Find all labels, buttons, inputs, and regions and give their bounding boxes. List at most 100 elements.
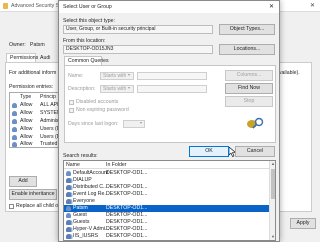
group-icon [66,185,71,190]
bg-window-title: Advanced Security S [11,3,60,9]
group-icon [66,178,71,183]
result-name: Everyone [73,198,95,204]
permission-row[interactable]: Allow Users (D [11,126,60,133]
result-name: Event Log Re... [73,191,109,197]
result-folder: DESKTOP-OD1... [106,170,148,176]
col-type[interactable]: Type [20,94,31,100]
result-name: Patsm [73,205,88,211]
col-name-header[interactable]: Name [66,162,80,168]
result-folder: DESKTOP-OD1... [106,191,148,197]
select-user-dialog: Select User or Group ✕ Select this objec… [58,0,280,242]
locations-button[interactable]: Locations... [219,44,275,55]
result-row[interactable]: Everyone [64,198,269,205]
user-icon [66,206,71,211]
result-row[interactable]: Hyper-V Admi... DESKTOP-OD1... [64,226,269,233]
perm-type: Allow [20,110,33,116]
description-input[interactable] [137,85,207,93]
user-icon [12,127,17,132]
dialog-title: Select User or Group [63,4,112,10]
common-queries-tab[interactable]: Common Queries [64,56,109,65]
result-name: Hyper-V Admi... [73,226,110,232]
user-icon [12,135,17,140]
results-scrollbar[interactable]: ▲ ▼ [269,161,275,240]
ok-button[interactable]: OK [189,146,229,157]
result-row[interactable]: DIALUP [64,177,269,184]
group-icon [66,220,71,225]
tab-auditing[interactable]: Audi [37,54,55,62]
user-icon [66,171,71,176]
search-results-list[interactable]: Name In Folder DefaultAccount DESKTOP-OD1… [63,160,276,241]
result-row[interactable]: Distributed C... DESKTOP-OD1... [64,184,269,191]
perm-principal: Adminis [40,118,59,124]
result-row[interactable]: Guest DESKTOP-OD1... [64,212,269,219]
scroll-up-icon[interactable]: ▲ [271,161,275,166]
col-principal[interactable]: Princip [40,94,56,100]
permission-row[interactable]: Allow Adminis [11,118,58,125]
result-row[interactable]: Patsm DESKTOP-OD1... [64,205,269,212]
permission-list[interactable]: Type Princip Allow ALL APP Allow SYSTEM … [9,92,61,148]
result-name: DefaultAccount [73,170,109,176]
result-row[interactable]: DefaultAccount DESKTOP-OD1... [64,170,269,177]
group-icon [66,199,71,204]
non-expiring-label: Non expiring password [76,107,129,113]
close-icon[interactable]: ✕ [269,3,274,10]
days-since-label: Days since last logon: [68,121,119,127]
group-icon [66,227,71,232]
results-header: Name In Folder [64,161,269,169]
tab-permissions[interactable]: Permissions [6,53,39,62]
dialog-title-bar: Select User or Group ✕ [59,1,279,13]
location-label: From this location: [63,38,106,44]
result-row[interactable]: Guests DESKTOP-OD1... [64,219,269,226]
result-folder: DESKTOP-OD1... [106,205,148,211]
cancel-button[interactable]: Cancel [235,146,275,157]
user-icon [12,119,17,124]
result-name: Guest [73,212,87,218]
add-button[interactable]: Add [9,176,37,187]
group-icon [66,234,71,239]
result-name: Distributed C... [73,184,108,190]
non-expiring-checkbox[interactable] [69,108,74,113]
chevron-down-icon: ▾ [140,120,143,125]
result-name: Guests [73,219,90,225]
replace-checkbox[interactable] [9,204,14,209]
permission-row[interactable]: Allow ALL APP [11,102,61,109]
result-name: IIS_IUSRS [73,233,99,239]
columns-button[interactable]: Columns... [225,70,273,81]
result-folder: DESKTOP-OD1... [106,184,148,190]
permission-row[interactable]: Allow Users (D [11,134,60,141]
permission-row[interactable]: Allow Trusted [11,141,58,148]
object-type-field: User, Group, or Built-in security princi… [63,25,213,34]
user-icon [66,213,71,218]
find-now-button[interactable]: Find Now [225,83,273,94]
user-icon [12,103,17,108]
description-label: Description: [68,86,96,92]
scroll-down-icon[interactable]: ▼ [271,234,275,239]
disabled-accounts-checkbox[interactable] [69,100,74,105]
result-folder: DESKTOP-OD1... [106,226,148,232]
chevron-down-icon: ▾ [128,72,131,77]
perm-type: Allow [20,118,33,124]
enable-inheritance-button[interactable]: Enable inheritance [9,189,57,200]
chevron-down-icon: ▾ [128,85,131,90]
group-icon [66,192,71,197]
perm-type: Allow [20,126,33,132]
permission-row[interactable]: Allow SYSTEM [11,110,61,117]
result-folder: DESKTOP-OD1... [106,212,148,218]
stop-button[interactable]: Stop [225,96,273,107]
tab-permissions-label: Permissions [10,55,39,61]
col-folder-header[interactable]: In Folder [106,162,126,168]
search-people-icon [247,117,264,129]
apply-button[interactable]: Apply [290,218,316,229]
perm-type: Allow [20,102,33,108]
result-folder: DESKTOP-OD1... [106,233,148,239]
tab-auditing-label: Audi [40,55,51,61]
result-row[interactable]: IIS_IUSRS DESKTOP-OD1... [64,233,269,240]
result-row[interactable]: Event Log Re... DESKTOP-OD1... [64,191,269,198]
result-folder: DESKTOP-OD1... [106,219,148,225]
object-types-button[interactable]: Object Types... [219,24,275,35]
bg-close-icon[interactable]: ✕ [310,2,315,9]
common-queries-label: Common Queries [68,58,109,64]
name-input[interactable] [137,72,207,80]
common-queries-panel: Name: Starts with ▾ Description: Starts … [64,65,276,143]
scroll-thumb[interactable] [271,169,275,199]
